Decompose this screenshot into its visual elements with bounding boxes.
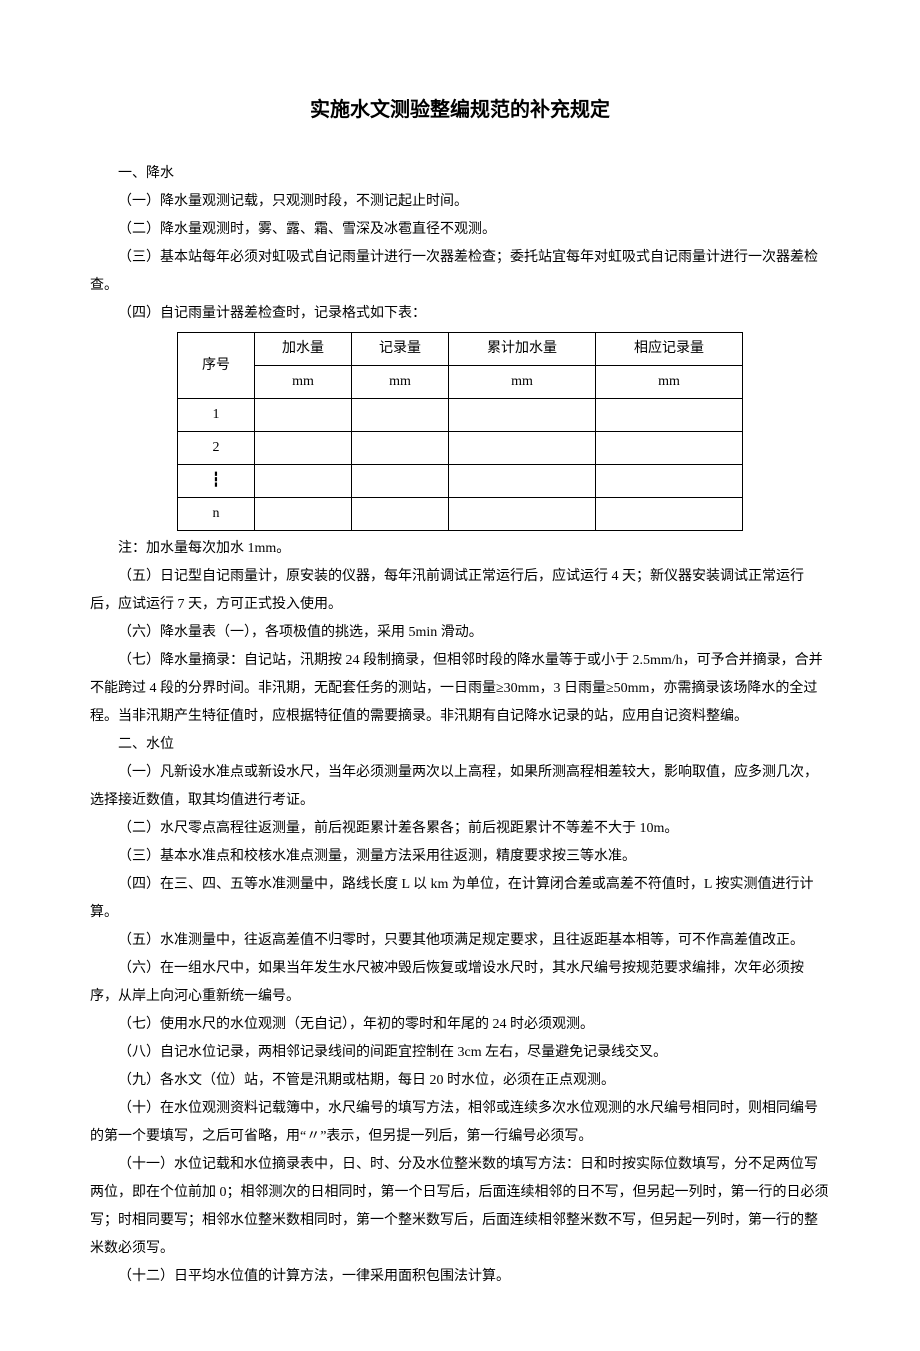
table-row: 2: [178, 432, 743, 465]
s1-p6: （六）降水量表（一），各项极值的挑选，采用 5min 滑动。: [90, 619, 830, 647]
s2-p5: （五）水准测量中，往返高差值不归零时，只要其他项满足规定要求，且往返距基本相等，…: [90, 927, 830, 955]
empty-cell: [352, 399, 449, 432]
seq-cell: ┇: [178, 465, 255, 498]
empty-cell: [255, 498, 352, 531]
s2-p3: （三）基本水准点和校核水准点测量，测量方法采用往返测，精度要求按三等水准。: [90, 843, 830, 871]
seq-cell: 1: [178, 399, 255, 432]
seq-cell: 2: [178, 432, 255, 465]
empty-cell: [596, 465, 743, 498]
section-2-heading: 二、水位: [90, 731, 830, 759]
empty-cell: [596, 432, 743, 465]
empty-cell: [255, 432, 352, 465]
s2-p7: （七）使用水尺的水位观测（无自记），年初的零时和年尾的 24 时必须观测。: [90, 1011, 830, 1039]
s1-p2: （二）降水量观测时，雾、露、霜、雪深及冰雹直径不观测。: [90, 216, 830, 244]
page-title: 实施水文测验整编规范的补充规定: [90, 90, 830, 130]
empty-cell: [596, 498, 743, 531]
th-cum-record: 相应记录量: [596, 333, 743, 366]
s1-p4: （四）自记雨量计器差检查时，记录格式如下表：: [90, 300, 830, 328]
empty-cell: [449, 399, 596, 432]
empty-cell: [449, 465, 596, 498]
unit-cell: mm: [596, 366, 743, 399]
s2-p2: （二）水尺零点高程往返测量，前后视距累计差各累各；前后视距累计不等差不大于 10…: [90, 815, 830, 843]
s1-p5: （五）日记型自记雨量计，原安装的仪器，每年汛前调试正常运行后，应试运行 4 天；…: [90, 563, 830, 619]
s2-p9: （九）各水文（位）站，不管是汛期或枯期，每日 20 时水位，必须在正点观测。: [90, 1067, 830, 1095]
th-add-water: 加水量: [255, 333, 352, 366]
unit-cell: mm: [352, 366, 449, 399]
empty-cell: [352, 498, 449, 531]
unit-cell: mm: [255, 366, 352, 399]
s2-p8: （八）自记水位记录，两相邻记录线间的间距宜控制在 3cm 左右，尽量避免记录线交…: [90, 1039, 830, 1067]
empty-cell: [449, 432, 596, 465]
th-record: 记录量: [352, 333, 449, 366]
th-seq: 序号: [178, 333, 255, 399]
s2-p11: （十一）水位记载和水位摘录表中，日、时、分及水位整米数的填写方法：日和时按实际位…: [90, 1151, 830, 1263]
s1-p1: （一）降水量观测记载，只观测时段，不测记起止时间。: [90, 188, 830, 216]
s2-p10: （十）在水位观测资料记载簿中，水尺编号的填写方法，相邻或连续多次水位观测的水尺编…: [90, 1095, 830, 1151]
empty-cell: [449, 498, 596, 531]
table-note: 注：加水量每次加水 1mm。: [90, 535, 830, 563]
empty-cell: [352, 465, 449, 498]
s2-p1: （一）凡新设水准点或新设水尺，当年必须测量两次以上高程，如果所测高程相差较大，影…: [90, 759, 830, 815]
table-row: 1: [178, 399, 743, 432]
s2-p6: （六）在一组水尺中，如果当年发生水尺被冲毁后恢复或增设水尺时，其水尺编号按规范要…: [90, 955, 830, 1011]
table-row: n: [178, 498, 743, 531]
s2-p4: （四）在三、四、五等水准测量中，路线长度 L 以 km 为单位，在计算闭合差或高…: [90, 871, 830, 927]
section-1-heading: 一、降水: [90, 160, 830, 188]
instrument-error-table: 序号 加水量 记录量 累计加水量 相应记录量 mm mm mm mm 1 2 ┇…: [177, 332, 743, 531]
unit-cell: mm: [449, 366, 596, 399]
seq-cell: n: [178, 498, 255, 531]
s1-p3: （三）基本站每年必须对虹吸式自记雨量计进行一次器差检查；委托站宜每年对虹吸式自记…: [90, 244, 830, 300]
empty-cell: [255, 465, 352, 498]
table-row: ┇: [178, 465, 743, 498]
empty-cell: [596, 399, 743, 432]
empty-cell: [352, 432, 449, 465]
s2-p12: （十二）日平均水位值的计算方法，一律采用面积包围法计算。: [90, 1263, 830, 1291]
th-cum-add: 累计加水量: [449, 333, 596, 366]
s1-p7: （七）降水量摘录：自记站，汛期按 24 段制摘录，但相邻时段的降水量等于或小于 …: [90, 647, 830, 731]
empty-cell: [255, 399, 352, 432]
